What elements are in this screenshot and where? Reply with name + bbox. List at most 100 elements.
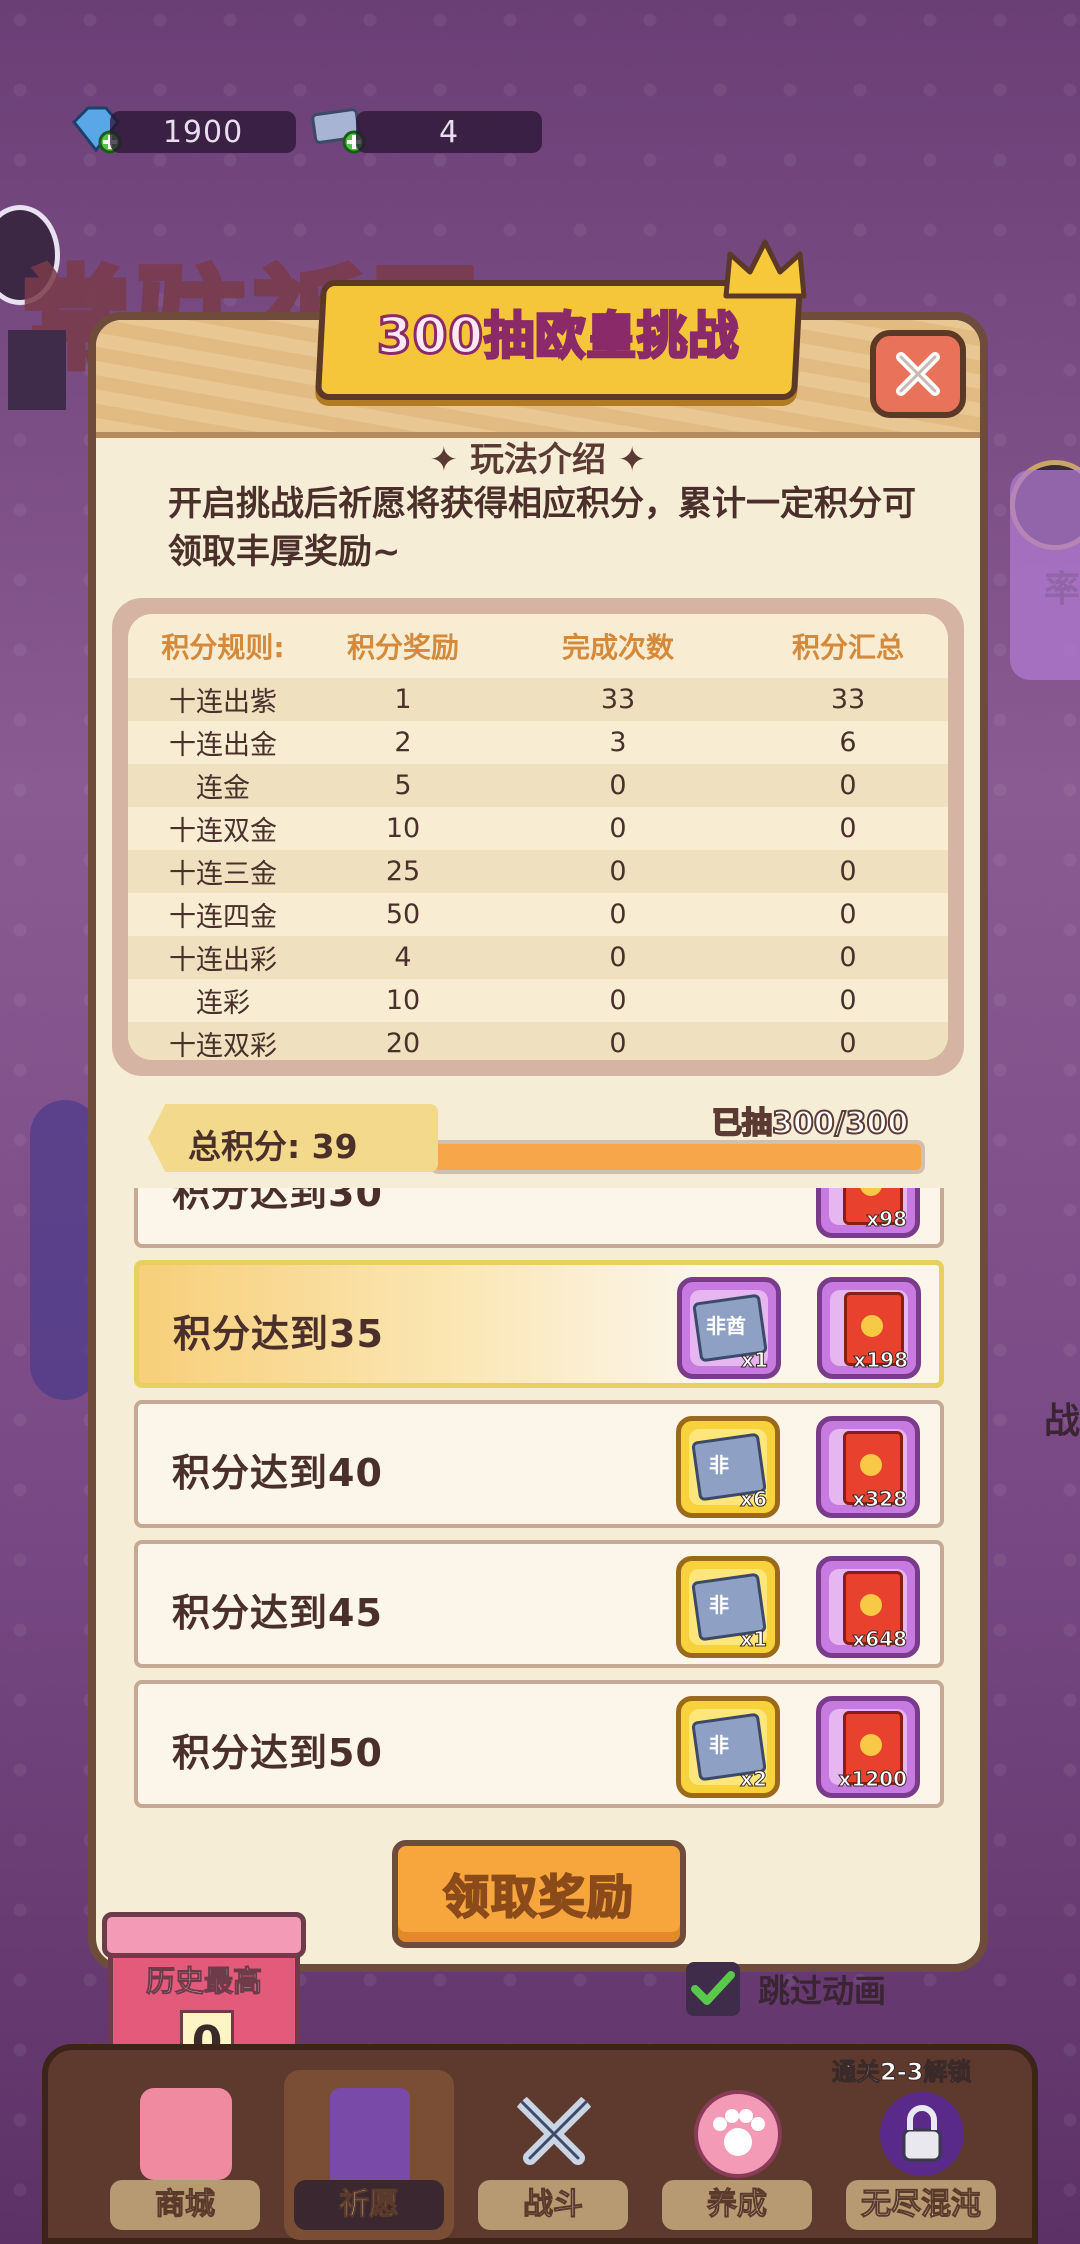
rule-points: 20 [385, 1028, 421, 1059]
reward-item[interactable]: 非 x1 [676, 1556, 780, 1658]
table-row: 十连四金 50 0 0 [128, 893, 948, 936]
modal-title: 300抽欧皇挑战 [375, 306, 740, 367]
nav-label: 商城 [110, 2180, 260, 2230]
item-qty: x1 [741, 1348, 769, 1373]
item-qty: x328 [852, 1487, 908, 1512]
rule-count: 33 [600, 684, 636, 715]
ticket-text: 非 [709, 1453, 729, 1477]
reward-item[interactable]: x198 [817, 1277, 921, 1379]
table-row: 连彩 10 0 0 [128, 979, 948, 1022]
nav-item-shop[interactable]: 商城 [100, 2070, 270, 2240]
reward-label: 积分达到35 [173, 1312, 384, 1356]
rule-total: 6 [839, 727, 857, 758]
rule-name: 连彩 [196, 988, 250, 1019]
reward-label: 积分达到30 [172, 1188, 383, 1215]
rule-total: 0 [839, 985, 857, 1016]
rules-header-row: 积分规则: 积分奖励 完成次数 积分汇总 [128, 614, 948, 678]
rule-points: 10 [385, 813, 421, 844]
nav-item-growth[interactable]: 养成 [652, 2070, 822, 2240]
table-row: 十连三金 25 0 0 [128, 850, 948, 893]
rule-name: 十连出彩 [169, 945, 277, 976]
shop-icon [140, 2088, 232, 2180]
reward-row[interactable]: 积分达到40 非 x6 x328 [134, 1400, 944, 1528]
nav-item-wish[interactable]: 祈愿 [284, 2070, 454, 2240]
rule-name: 十连三金 [169, 859, 277, 890]
rule-total: 0 [839, 770, 857, 801]
skip-animation-label: 跳过动画 [758, 1972, 887, 2010]
character-art [1010, 470, 1080, 680]
skip-animation-checkbox[interactable] [686, 1962, 740, 2016]
table-row: 十连双金 10 0 0 [128, 807, 948, 850]
rule-count: 0 [609, 813, 627, 844]
reward-list[interactable]: 积分达到30 x98 积分达到35 非酋 x1 x198 积分达到40 非 x6 [126, 1188, 954, 1808]
rules-body: 十连出紫 1 33 33 十连出金 2 3 6 连金 5 0 0 十连双金 10… [128, 678, 948, 1060]
rule-total: 0 [839, 1028, 857, 1059]
nav-label: 祈愿 [294, 2180, 444, 2230]
rule-count: 3 [609, 727, 627, 758]
rule-count: 0 [609, 899, 627, 930]
nav-label: 无尽混沌 [846, 2180, 996, 2230]
crown-icon [723, 239, 807, 299]
table-row: 十连出紫 1 33 33 [128, 678, 948, 721]
item-qty: x198 [853, 1348, 909, 1373]
total-score: 总积分: 39 [188, 1127, 358, 1166]
nav-item-battle[interactable]: 战斗 [468, 2070, 638, 2240]
rule-name: 十连出紫 [169, 687, 277, 718]
rule-points: 5 [394, 770, 412, 801]
history-best-scroll [102, 1912, 306, 1958]
reward-item[interactable]: x98 [816, 1188, 920, 1238]
reward-row[interactable]: 积分达到50 非 x2 x1200 [134, 1680, 944, 1808]
reward-item[interactable]: 非 x2 [676, 1696, 780, 1798]
rules-header: 积分奖励 [346, 631, 459, 664]
reward-item[interactable]: x1200 [816, 1696, 920, 1798]
rules-header: 积分汇总 [791, 631, 904, 664]
rules-header: 完成次数 [561, 631, 674, 664]
rule-points: 10 [385, 985, 421, 1016]
table-row: 十连双彩 20 0 0 [128, 1022, 948, 1060]
reward-row-active[interactable]: 积分达到35 非酋 x1 x198 [134, 1260, 944, 1388]
reward-item[interactable]: 非 x6 [676, 1416, 780, 1518]
reward-row[interactable]: 积分达到45 非 x1 x648 [134, 1540, 944, 1668]
lock-icon [880, 2092, 964, 2176]
claim-reward-button[interactable]: 领取奖励 [392, 1840, 686, 1948]
reward-label: 积分达到40 [172, 1451, 383, 1495]
rule-name: 十连双彩 [169, 1031, 277, 1060]
rule-points: 25 [385, 856, 421, 887]
crossed-swords-icon [515, 2095, 593, 2165]
nav-item-endless-chaos[interactable]: 无尽混沌 [836, 2070, 1006, 2240]
rule-total: 0 [839, 899, 857, 930]
item-qty: x6 [740, 1487, 768, 1512]
reward-item[interactable]: x648 [816, 1556, 920, 1658]
rule-name: 十连四金 [169, 902, 277, 933]
rule-count: 0 [609, 942, 627, 973]
checkmark-icon [691, 1971, 735, 2005]
ticket-text: 非 [709, 1733, 729, 1757]
gem-count: 1900 [110, 111, 296, 153]
nav-label: 战斗 [478, 2180, 628, 2230]
challenge-label: 战 [1043, 1401, 1080, 1442]
rule-total: 0 [839, 813, 857, 844]
side-panel [8, 330, 66, 410]
item-qty: x1 [740, 1627, 768, 1652]
reward-item[interactable]: x328 [816, 1416, 920, 1518]
progress-fill [434, 1144, 921, 1170]
item-qty: x648 [852, 1627, 908, 1652]
reward-label: 积分达到50 [172, 1731, 383, 1775]
reward-row[interactable]: 积分达到30 x98 [134, 1188, 944, 1248]
rule-total: 0 [839, 856, 857, 887]
rule-total: 33 [830, 684, 866, 715]
rules-header: 积分规则: [161, 631, 285, 664]
rule-points: 2 [394, 727, 412, 758]
intro-text: 开启挑战后祈愿将获得相应积分，累计一定积分可领取丰厚奖励~ [168, 484, 916, 572]
rule-name: 十连双金 [169, 816, 277, 847]
rule-count: 0 [609, 1028, 627, 1059]
rule-name: 十连出金 [169, 730, 277, 761]
close-button[interactable] [870, 330, 966, 418]
card-icon [330, 2088, 410, 2188]
ticket-text: 非 [709, 1593, 729, 1617]
draw-count: 已抽300/300 [711, 1105, 909, 1142]
table-row: 十连出金 2 3 6 [128, 721, 948, 764]
reward-item[interactable]: 非酋 x1 [677, 1277, 781, 1379]
table-row: 连金 5 0 0 [128, 764, 948, 807]
rule-total: 0 [839, 942, 857, 973]
